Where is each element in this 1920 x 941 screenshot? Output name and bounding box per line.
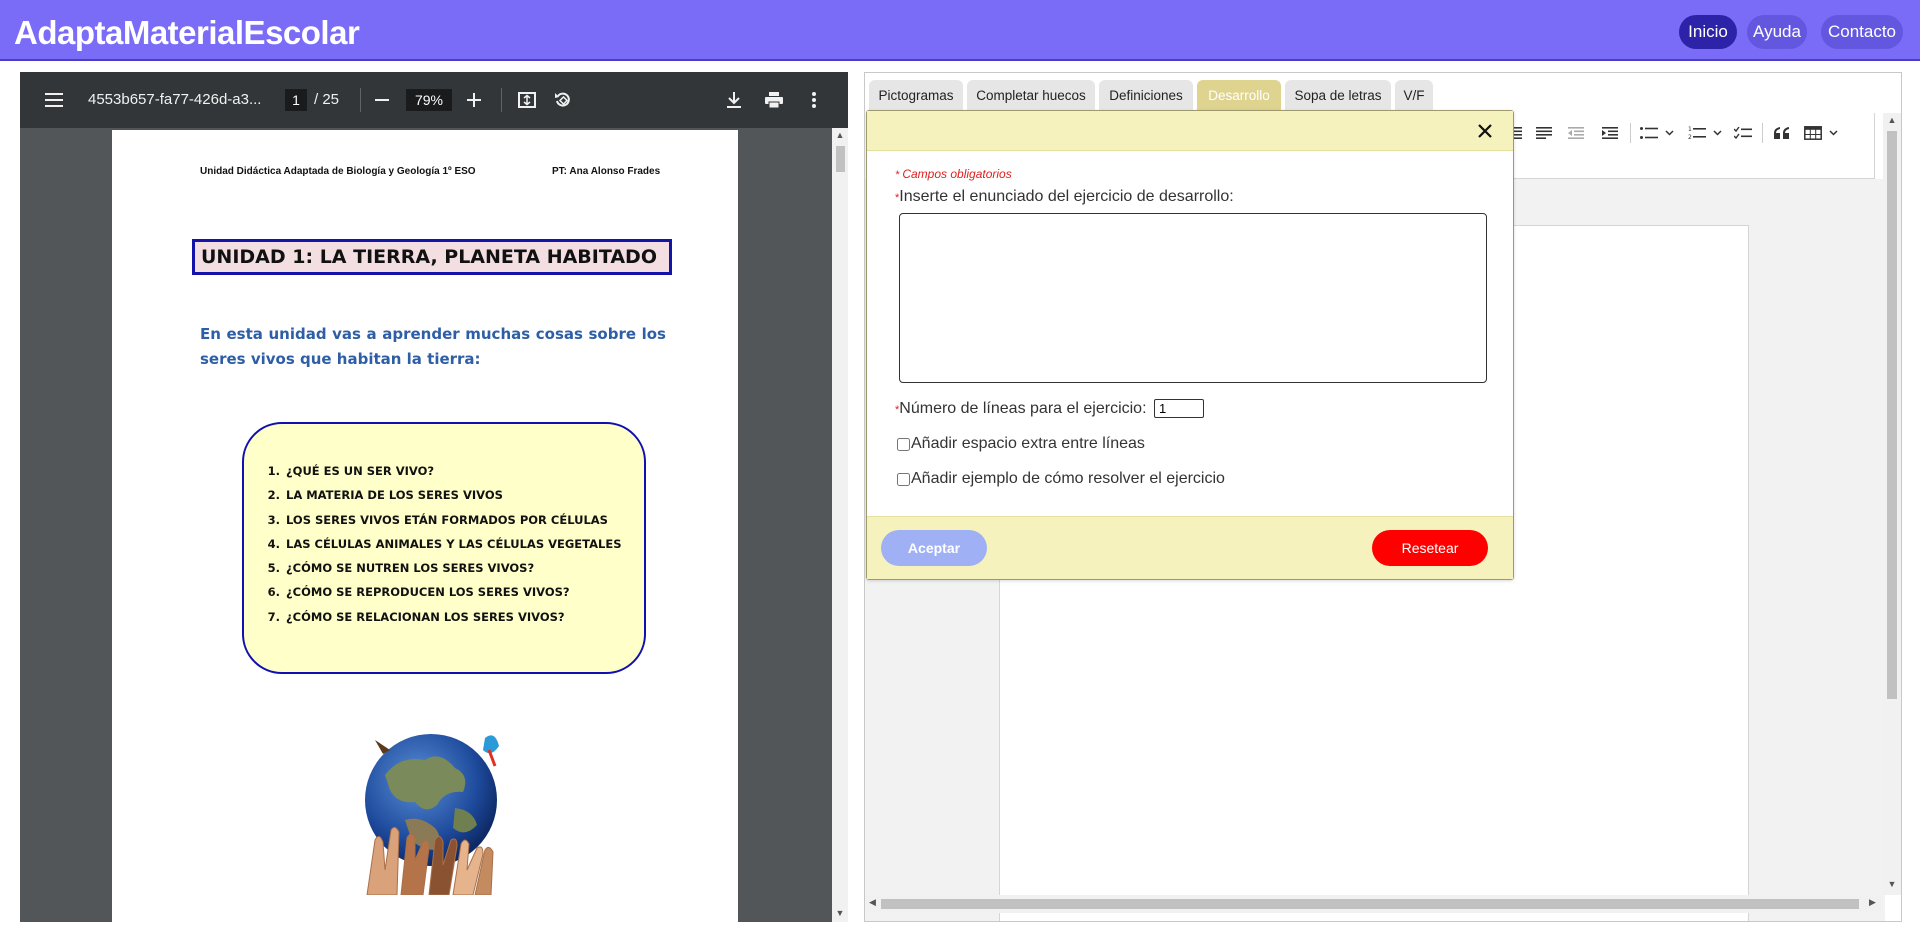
lines-number-input[interactable] <box>1154 399 1204 418</box>
svg-text:2: 2 <box>1688 134 1692 140</box>
statement-label-text: Inserte el enunciado del ejercicio de de… <box>899 188 1234 205</box>
scroll-up-arrow-icon[interactable]: ▲ <box>832 130 848 140</box>
tab-desarrollo[interactable]: Desarrollo <box>1197 80 1281 111</box>
pdf-scrollbar-thumb[interactable] <box>836 146 845 172</box>
exercise-panel: Pictogramas Completar huecos Definicione… <box>864 72 1902 922</box>
reset-button[interactable]: Resetear <box>1372 530 1488 566</box>
blockquote-icon[interactable] <box>1768 113 1796 153</box>
toolbar-divider <box>360 88 361 112</box>
scroll-down-arrow-icon[interactable]: ▼ <box>1883 879 1901 889</box>
close-icon[interactable] <box>1471 117 1499 145</box>
pdf-filename: 4553b657-fa77-426d-a3... <box>88 91 262 108</box>
index-item: LAS CÉLULAS ANIMALES Y LAS CÉLULAS VEGET… <box>284 537 621 561</box>
document-header-right: PT: Ana Alonso Frades <box>552 166 661 177</box>
example-label[interactable]: Añadir ejemplo de cómo resolver el ejerc… <box>911 470 1225 488</box>
chevron-down-icon[interactable] <box>1826 113 1840 153</box>
extra-space-label[interactable]: Añadir espacio extra entre líneas <box>911 435 1145 453</box>
top-navbar: AdaptaMaterialEscolar Inicio Ayuda Conta… <box>0 0 1920 61</box>
nav-ayuda-button[interactable]: Ayuda <box>1747 15 1807 49</box>
fit-page-icon[interactable] <box>511 72 543 128</box>
tab-vf[interactable]: V/F <box>1395 80 1433 111</box>
nav-inicio-button[interactable]: Inicio <box>1679 15 1737 49</box>
page-number-input[interactable]: 1 <box>285 89 307 111</box>
editor-vertical-scrollbar[interactable]: ▲ ▼ <box>1883 113 1901 895</box>
modal-footer: Aceptar Resetear <box>867 516 1513 579</box>
editor-toolbar: 12 <box>1505 113 1875 179</box>
chevron-down-icon[interactable] <box>1710 113 1724 153</box>
zoom-level-input[interactable]: 79% <box>406 89 452 111</box>
scroll-right-arrow-icon[interactable]: ▶ <box>1869 897 1876 908</box>
tab-completar-huecos[interactable]: Completar huecos <box>967 80 1095 111</box>
svg-text:1: 1 <box>1688 126 1692 133</box>
table-icon[interactable] <box>1800 113 1826 153</box>
chevron-down-icon[interactable] <box>1662 113 1676 153</box>
download-icon[interactable] <box>718 72 750 128</box>
align-left-icon[interactable] <box>1530 113 1558 153</box>
menu-icon[interactable] <box>38 72 70 128</box>
example-checkbox[interactable] <box>897 473 910 486</box>
lines-label-text: Número de líneas para el ejercicio: <box>899 400 1147 417</box>
scroll-down-arrow-icon[interactable]: ▼ <box>832 908 848 918</box>
bulleted-list-icon[interactable] <box>1636 113 1662 153</box>
tab-pictogramas[interactable]: Pictogramas <box>869 80 963 111</box>
pdf-scrollbar[interactable]: ▲ ▼ <box>832 128 848 922</box>
extra-space-checkbox[interactable] <box>897 438 910 451</box>
editor-horizontal-scrollbar[interactable]: ◀ ▶ <box>865 895 1883 913</box>
tab-sopa-de-letras[interactable]: Sopa de letras <box>1285 80 1391 111</box>
index-box: ¿QUÉ ES UN SER VIVO? LA MATERIA DE LOS S… <box>242 422 646 674</box>
brand-title[interactable]: AdaptaMaterialEscolar <box>14 14 360 52</box>
required-note-text: Campos obligatorios <box>902 167 1012 181</box>
statement-textarea[interactable] <box>899 213 1487 383</box>
unit-title: UNIDAD 1: LA TIERRA, PLANETA HABITADO <box>192 239 672 275</box>
indent-icon[interactable] <box>1596 113 1624 153</box>
zoom-out-icon[interactable] <box>366 72 398 128</box>
index-item: ¿QUÉ ES UN SER VIVO? <box>284 464 621 488</box>
editor-horizontal-scrollbar-thumb[interactable] <box>881 899 1859 909</box>
todo-list-icon[interactable] <box>1730 113 1756 153</box>
editor-vertical-scrollbar-thumb[interactable] <box>1887 131 1897 699</box>
modal-header <box>867 111 1513 151</box>
print-icon[interactable] <box>758 72 790 128</box>
lines-label: *Número de líneas para el ejercicio: <box>895 400 1147 418</box>
index-item: LA MATERIA DE LOS SERES VIVOS <box>284 488 621 512</box>
tab-definiciones[interactable]: Definiciones <box>1099 80 1193 111</box>
index-list: ¿QUÉ ES UN SER VIVO? LA MATERIA DE LOS S… <box>244 464 621 634</box>
pdf-viewer: 4553b657-fa77-426d-a3... 1 / 25 79% Unid… <box>20 72 848 922</box>
pdf-page: Unidad Didáctica Adaptada de Biología y … <box>112 130 738 922</box>
nav-contacto-button[interactable]: Contacto <box>1821 15 1903 49</box>
zoom-in-icon[interactable] <box>458 72 490 128</box>
document-header-left: Unidad Didáctica Adaptada de Biología y … <box>200 166 476 177</box>
outdent-icon[interactable] <box>1562 113 1590 153</box>
rotate-icon[interactable] <box>547 72 579 128</box>
index-item: ¿CÓMO SE REPRODUCEN LOS SERES VIVOS? <box>284 585 621 609</box>
page-total: / 25 <box>314 91 340 108</box>
statement-label: *Inserte el enunciado del ejercicio de d… <box>895 188 1234 206</box>
index-item: LOS SERES VIVOS ETÁN FORMADOS POR CÉLULA… <box>284 513 621 537</box>
scroll-up-arrow-icon[interactable]: ▲ <box>1883 115 1901 125</box>
index-item: ¿CÓMO SE NUTREN LOS SERES VIVOS? <box>284 561 621 585</box>
accept-button[interactable]: Aceptar <box>881 530 987 566</box>
toolbar-divider <box>501 88 502 112</box>
toolbar-divider <box>1762 123 1763 143</box>
earth-hands-illustration <box>345 720 515 896</box>
pdf-toolbar: 4553b657-fa77-426d-a3... 1 / 25 79% <box>20 72 848 128</box>
toolbar-divider <box>1630 123 1631 143</box>
desarrollo-exercise-modal: * Campos obligatorios *Inserte el enunci… <box>866 110 1514 580</box>
more-vert-icon[interactable] <box>798 72 830 128</box>
required-fields-note: * Campos obligatorios <box>895 167 1012 181</box>
numbered-list-icon[interactable]: 12 <box>1684 113 1710 153</box>
index-item: ¿CÓMO SE RELACIONAN LOS SERES VIVOS? <box>284 610 621 634</box>
intro-paragraph: En esta unidad vas a aprender muchas cos… <box>200 325 666 368</box>
scroll-left-arrow-icon[interactable]: ◀ <box>869 897 876 908</box>
